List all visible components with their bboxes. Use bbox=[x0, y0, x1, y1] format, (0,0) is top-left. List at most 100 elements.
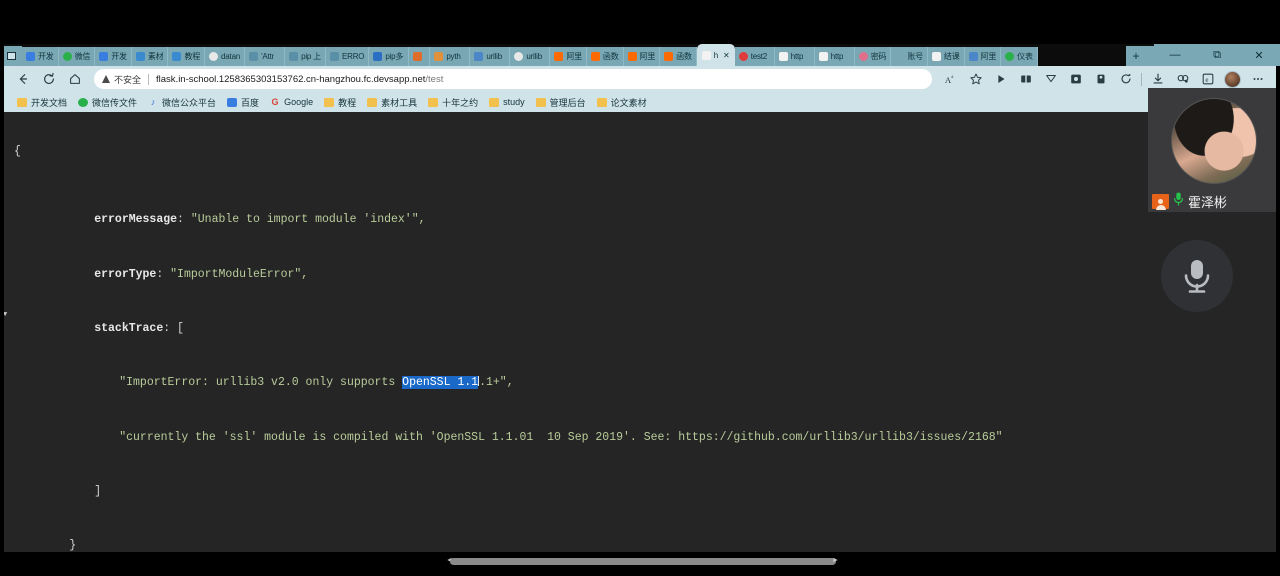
bookmark-8[interactable]: study bbox=[484, 95, 530, 109]
avatar[interactable] bbox=[1220, 68, 1245, 90]
browser-essentials-icon[interactable] bbox=[1063, 68, 1088, 90]
reload-icon[interactable] bbox=[36, 68, 62, 90]
tab-18[interactable]: h ✕ bbox=[696, 44, 735, 66]
tab-7[interactable]: pip 上 bbox=[285, 47, 326, 66]
window-right-border bbox=[1276, 66, 1280, 576]
tab-22[interactable]: 密码 bbox=[854, 47, 892, 66]
ellipsis-icon[interactable] bbox=[1245, 68, 1270, 90]
blue-doc-icon bbox=[26, 52, 35, 61]
tab-list: 开发 微信 开发 素材 教程 datan 'Attr pip 上 ERRO pip多 pyth url… bbox=[22, 44, 1126, 66]
math-solver-icon[interactable] bbox=[1170, 68, 1195, 90]
tab-19[interactable]: test2 bbox=[734, 47, 775, 66]
tab-8[interactable]: ERRO bbox=[325, 47, 370, 66]
bookmark-2[interactable]: ♪ 微信公众平台 bbox=[143, 94, 221, 111]
tab-16[interactable]: 阿里 bbox=[623, 47, 661, 66]
collections-icon[interactable] bbox=[1013, 68, 1038, 90]
back-arrow-icon[interactable] bbox=[10, 68, 36, 90]
copilot-icon[interactable] bbox=[1113, 68, 1138, 90]
downloads-icon[interactable] bbox=[1145, 68, 1170, 90]
home-icon[interactable] bbox=[62, 68, 88, 90]
svg-text:e: e bbox=[1205, 76, 1208, 84]
search-icon bbox=[474, 52, 484, 61]
tab-20[interactable]: http bbox=[774, 47, 815, 66]
bookmark-0[interactable]: 开发文档 bbox=[12, 94, 72, 111]
tab-5[interactable]: datan bbox=[205, 47, 246, 66]
trace-line1-post: .1+", bbox=[479, 376, 514, 390]
bookmark-label: 百度 bbox=[241, 97, 260, 108]
read-aloud-icon[interactable]: Aᴬ bbox=[938, 68, 963, 90]
split-screen-icon[interactable] bbox=[1038, 68, 1063, 90]
edge-icon[interactable]: e bbox=[1195, 68, 1220, 90]
window-bottom-border bbox=[0, 567, 1280, 576]
close-tab-icon[interactable]: ✕ bbox=[723, 51, 730, 60]
microphone-icon bbox=[1172, 191, 1185, 212]
navigation-toolbar: 不安全 flask.in-school.1258365303153762.cn-… bbox=[4, 66, 1276, 92]
extension-icon[interactable] bbox=[1088, 68, 1113, 90]
tab-26[interactable]: 仪表 bbox=[1001, 47, 1038, 66]
bookmark-6[interactable]: 素材工具 bbox=[362, 94, 422, 111]
none-icon bbox=[895, 52, 904, 61]
bookmark-1[interactable]: 微信传文件 bbox=[73, 94, 142, 111]
pink-icon bbox=[858, 52, 868, 61]
tab-25[interactable]: 阿里 bbox=[964, 47, 1002, 66]
orange-icon bbox=[413, 52, 423, 61]
url-text: flask.in-school.1258365303153762.cn-hang… bbox=[156, 74, 924, 85]
tab-21[interactable]: http bbox=[814, 47, 855, 66]
json-viewer[interactable]: { errorMessage: "Unable to import module… bbox=[4, 112, 1276, 552]
bookmark-9[interactable]: 管理后台 bbox=[531, 94, 591, 111]
green-icon bbox=[1005, 52, 1015, 61]
tab-6[interactable]: 'Attr bbox=[245, 47, 286, 66]
tab-4[interactable]: 教程 bbox=[168, 47, 206, 66]
search-icon bbox=[249, 52, 259, 61]
bookmark-4[interactable]: G Google bbox=[265, 95, 318, 109]
blue-icon bbox=[172, 52, 182, 61]
star-icon[interactable] bbox=[963, 68, 988, 90]
new-tab-button[interactable]: + bbox=[1126, 46, 1146, 66]
tab-0[interactable]: 开发 bbox=[22, 47, 59, 66]
bookmark-3[interactable]: 百度 bbox=[222, 94, 264, 111]
tabstrip-drag-area bbox=[1146, 46, 1154, 66]
tab-12[interactable]: urllib bbox=[470, 47, 511, 66]
address-bar[interactable]: 不安全 flask.in-school.1258365303153762.cn-… bbox=[94, 69, 932, 89]
aliyun-icon bbox=[664, 52, 674, 61]
tab-10[interactable] bbox=[409, 47, 431, 66]
tab-2[interactable]: 开发 bbox=[95, 47, 132, 66]
tab-13[interactable]: urllib bbox=[510, 47, 551, 66]
window-controls: — ⧉ ✕ bbox=[1154, 44, 1280, 66]
tab-24[interactable]: 结课 bbox=[927, 47, 965, 66]
minimize-button[interactable]: — bbox=[1154, 44, 1196, 66]
tab-strip: 开发 微信 开发 素材 教程 datan 'Attr pip 上 ERRO pip多 pyth url… bbox=[0, 44, 1280, 66]
tab-3[interactable]: 素材 bbox=[131, 47, 169, 66]
bookmarks-bar: 开发文档 微信传文件 ♪ 微信公众平台 百度 G Google 教程 素材工具 十年之约 study… bbox=[4, 92, 1276, 112]
bookmark-10[interactable]: 论文素材 bbox=[592, 94, 652, 111]
json-colon-2: : bbox=[156, 267, 171, 281]
json-line-trace-2: "currently the 'ssl' module is compiled … bbox=[14, 417, 1276, 444]
tab-11[interactable]: pyth bbox=[430, 47, 471, 66]
horizontal-scrollbar[interactable]: ◄ ► bbox=[4, 556, 1276, 567]
globe-icon bbox=[514, 52, 524, 61]
collapse-triangle-icon[interactable]: ▼ bbox=[4, 309, 7, 323]
bookmark-label: 素材工具 bbox=[381, 97, 418, 108]
play-icon[interactable] bbox=[988, 68, 1013, 90]
bookmark-5[interactable]: 教程 bbox=[319, 94, 361, 111]
tab-label: 教程 bbox=[184, 52, 201, 61]
tab-14[interactable]: 阿里 bbox=[550, 47, 587, 66]
scrollbar-thumb[interactable] bbox=[450, 558, 836, 565]
meeting-participant-panel[interactable]: 霍泽彬 bbox=[1148, 88, 1280, 212]
scroll-right-arrow[interactable]: ► bbox=[832, 557, 839, 564]
tab-17[interactable]: 函数 bbox=[660, 47, 697, 66]
folder-icon bbox=[596, 97, 607, 107]
tab-label: 密码 bbox=[870, 52, 887, 61]
json-close-brace: } bbox=[69, 539, 77, 552]
bookmark-7[interactable]: 十年之约 bbox=[423, 94, 483, 111]
tab-23[interactable]: 账号 bbox=[891, 47, 928, 66]
tab-15[interactable]: 函数 bbox=[586, 47, 624, 66]
tab-9[interactable]: pip多 bbox=[369, 47, 410, 66]
tab-1[interactable]: 微信 bbox=[58, 47, 96, 66]
close-window-button[interactable]: ✕ bbox=[1238, 44, 1280, 66]
mp-icon: ♪ bbox=[150, 96, 156, 107]
microphone-button[interactable] bbox=[1161, 240, 1233, 312]
selected-text[interactable]: OpenSSL 1.1 bbox=[402, 376, 479, 390]
profile-avatar-image bbox=[1224, 70, 1241, 88]
maximize-button[interactable]: ⧉ bbox=[1196, 44, 1238, 66]
